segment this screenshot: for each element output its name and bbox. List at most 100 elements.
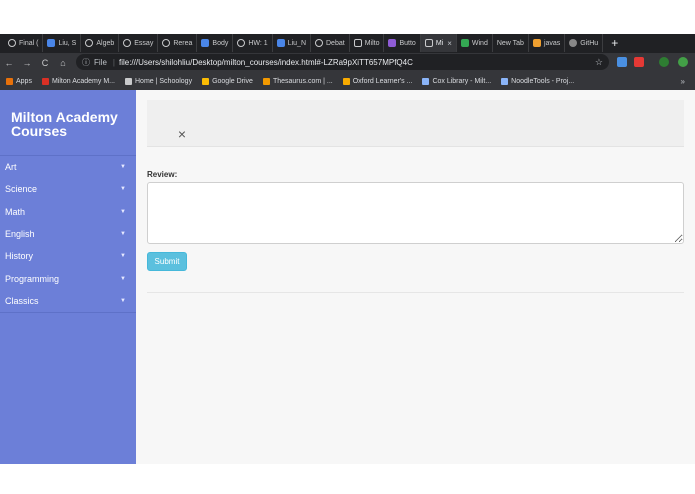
chevron-down-icon: ▼: [120, 275, 126, 282]
browser-tab[interactable]: Rerea: [158, 34, 198, 52]
sidebar-item-math[interactable]: Math ▼: [0, 201, 136, 223]
browser-toolbar: ← → C ⌂ ⓘ File | file:///Users/shilohliu…: [0, 53, 695, 72]
bookmark-label: Cox Library - Milt...: [432, 77, 492, 85]
browser-tab[interactable]: Essay: [119, 34, 159, 52]
address-bar[interactable]: ⓘ File | file:///Users/shilohliu/Desktop…: [76, 54, 609, 70]
new-tab-icon[interactable]: +: [611, 36, 618, 50]
browser-tab[interactable]: Algeb: [81, 34, 120, 52]
bookmark-item[interactable]: Apps: [6, 77, 32, 85]
bookmark-item[interactable]: Thesaurus.com | ...: [262, 77, 333, 85]
sidebar-item-label: Science: [5, 184, 38, 195]
info-icon[interactable]: ⓘ: [82, 57, 90, 68]
browser-tab[interactable]: Liu, S: [43, 34, 82, 52]
browser-chrome: Final ( Liu, S Algeb Essay Rerea Body HW: 1 Liu…: [0, 34, 695, 90]
bookmark-favicon-icon: [202, 77, 210, 85]
home-icon[interactable]: ⌂: [54, 58, 72, 68]
browser-tab[interactable]: HW: 1: [233, 34, 273, 52]
tab-favicon-icon: [460, 39, 469, 47]
sidebar-item-label: Classics: [5, 295, 39, 306]
sidebar-item-programming[interactable]: Programming ▼: [0, 267, 136, 289]
chevron-down-icon: ▼: [120, 253, 126, 260]
bookmark-favicon-icon: [6, 77, 13, 85]
tab-close-icon[interactable]: ×: [447, 39, 452, 48]
bookmark-favicon-icon: [342, 77, 350, 85]
sidebar-item-history[interactable]: History ▼: [0, 245, 136, 267]
bookmark-favicon-icon: [422, 77, 430, 85]
tab-favicon-icon: [47, 39, 56, 47]
tab-favicon-icon: [85, 39, 94, 47]
close-icon[interactable]: ×: [173, 125, 191, 143]
tab-favicon-icon: [569, 39, 578, 47]
browser-tab[interactable]: GitHu: [565, 34, 604, 52]
divider: [147, 292, 684, 293]
bookmark-favicon-icon: [501, 77, 509, 85]
reload-icon[interactable]: C: [36, 58, 54, 68]
extension-icon[interactable]: [678, 57, 688, 67]
back-icon[interactable]: ←: [0, 58, 18, 68]
tab-label: Debat: [326, 39, 345, 47]
bookmark-favicon-icon: [41, 77, 49, 85]
extension-icon[interactable]: [617, 57, 627, 67]
bookmark-item[interactable]: NoodleTools - Proj...: [501, 77, 575, 85]
tab-label: Liu, S: [58, 39, 77, 47]
browser-tab[interactable]: Liu_N: [273, 34, 311, 52]
chevron-down-icon: ▼: [120, 186, 126, 193]
tab-favicon-icon: [388, 39, 397, 47]
sidebar-item-science[interactable]: Science ▼: [0, 178, 136, 200]
extension-icon[interactable]: [634, 57, 644, 67]
review-textarea[interactable]: [147, 182, 684, 244]
sidebar-item-label: Art: [5, 162, 17, 173]
tab-strip: Final ( Liu, S Algeb Essay Rerea Body HW: 1 Liu…: [0, 34, 695, 52]
bookmark-item[interactable]: Milton Academy M...: [41, 77, 115, 85]
browser-tab[interactable]: Final (: [4, 34, 44, 52]
bookmark-label: Google Drive: [212, 77, 253, 85]
sidebar-item-art[interactable]: Art ▼: [0, 156, 136, 178]
bookmark-item[interactable]: Cox Library - Milt...: [422, 77, 492, 85]
bookmarks-overflow-icon[interactable]: »: [681, 77, 685, 86]
main-content: × Review: Submit: [136, 90, 695, 464]
sidebar-item-label: English: [5, 229, 35, 240]
browser-tab[interactable]: Body: [197, 34, 234, 52]
bookmark-item[interactable]: Home | Schoology: [125, 77, 192, 85]
bookmark-item[interactable]: Oxford Learner's ...: [342, 77, 412, 85]
tab-label: Mi: [435, 39, 444, 47]
bookmark-label: Milton Academy M...: [51, 77, 115, 85]
bookmark-label: NoodleTools - Proj...: [511, 77, 575, 85]
tab-favicon-icon: [424, 39, 433, 47]
tab-label: GitHu: [580, 39, 599, 47]
tab-favicon-icon: [532, 39, 541, 47]
review-label: Review:: [147, 170, 178, 179]
browser-tab[interactable]: Mi ×: [420, 34, 457, 52]
tab-label: Liu_N: [287, 39, 306, 47]
browser-tab[interactable]: Debat: [311, 34, 350, 52]
browser-tab[interactable]: javas: [529, 34, 566, 52]
tab-favicon-icon: [123, 39, 132, 47]
tab-label: Essay: [134, 39, 154, 47]
sidebar-menu: Art ▼ Science ▼ Math ▼ English ▼ History ▼ Program…: [0, 156, 136, 312]
tab-favicon-icon: [162, 39, 171, 47]
bookmark-label: Apps: [16, 77, 32, 85]
sidebar-item-classics[interactable]: Classics ▼: [0, 290, 136, 312]
bookmark-star-icon[interactable]: ☆: [595, 57, 603, 68]
tab-label: Final (: [19, 39, 39, 47]
browser-tab[interactable]: Butto: [384, 34, 421, 52]
browser-tab[interactable]: Wind: [457, 34, 493, 52]
site-brand[interactable]: Milton Academy Courses: [0, 90, 136, 156]
chevron-down-icon: ▼: [120, 231, 126, 238]
bookmark-favicon-icon: [125, 77, 132, 85]
address-url[interactable]: file:///Users/shilohliu/Desktop/milton_c…: [119, 58, 413, 67]
tab-favicon-icon: [353, 39, 362, 47]
forward-icon[interactable]: →: [18, 58, 36, 68]
close-panel: ×: [147, 100, 684, 147]
sidebar-item-label: Programming: [5, 273, 60, 284]
profile-avatar-icon[interactable]: [659, 57, 669, 67]
sidebar-item-english[interactable]: English ▼: [0, 223, 136, 245]
tab-favicon-icon: [276, 39, 285, 47]
chevron-down-icon: ▼: [120, 297, 126, 304]
submit-button[interactable]: Submit: [147, 252, 187, 271]
browser-tab[interactable]: Milto: [350, 34, 385, 52]
bookmark-item[interactable]: Google Drive: [202, 77, 253, 85]
bookmark-label: Thesaurus.com | ...: [272, 77, 333, 85]
tab-favicon-icon: [315, 39, 323, 47]
browser-tab[interactable]: New Tab: [493, 34, 529, 52]
